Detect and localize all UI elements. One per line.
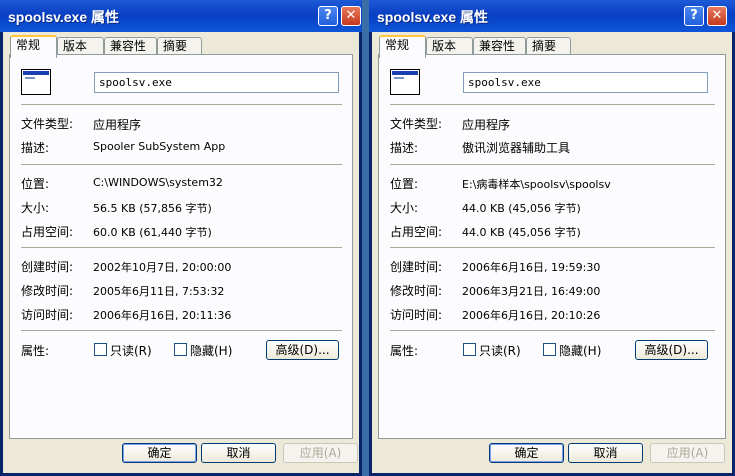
accessed-label: 访问时间: (390, 308, 443, 322)
divider (21, 330, 342, 331)
created-value: 2006年6月16日, 19:59:30 (462, 261, 601, 274)
cancel-button[interactable]: 取消 (201, 443, 276, 463)
close-icon: ✕ (711, 8, 723, 23)
close-icon: ✕ (345, 8, 357, 23)
tab-compatibility[interactable]: 兼容性 (104, 37, 157, 55)
window-title: spoolsv.exe 属性 (8, 9, 120, 25)
created-label: 创建时间: (21, 260, 74, 274)
location-label: 位置: (390, 177, 419, 191)
advanced-button[interactable]: 高级(D)... (635, 340, 708, 360)
accessed-value: 2006年6月16日, 20:10:26 (462, 309, 601, 322)
properties-dialog-left: spoolsv.exe 属性 ? ✕ 常规 版本 兼容性 摘要 spoolsv.… (0, 0, 362, 476)
divider (21, 164, 342, 165)
apply-button[interactable]: 应用(A) (650, 443, 725, 463)
created-value: 2002年10月7日, 20:00:00 (93, 261, 232, 274)
general-panel: spoolsv.exe 文件类型: 应用程序 描述: Spooler SubSy… (9, 54, 353, 439)
hidden-checkbox[interactable] (543, 343, 556, 356)
properties-dialog-right: spoolsv.exe 属性 ? ✕ 常规 版本 兼容性 摘要 spoolsv.… (369, 0, 735, 476)
divider (390, 164, 715, 165)
close-button[interactable]: ✕ (341, 6, 361, 26)
help-icon: ? (324, 8, 332, 23)
divider (21, 104, 342, 105)
divider (390, 330, 715, 331)
size-label: 大小: (390, 201, 419, 215)
disk-size-value: 60.0 KB (61,440 字节) (93, 226, 212, 239)
attributes-label: 属性: (390, 344, 419, 358)
attributes-label: 属性: (21, 344, 50, 358)
file-type-label: 文件类型: (390, 117, 443, 131)
location-label: 位置: (21, 177, 50, 191)
help-icon: ? (690, 8, 698, 23)
help-button[interactable]: ? (318, 6, 338, 26)
file-type-value: 应用程序 (462, 118, 511, 132)
title-bar[interactable]: spoolsv.exe 属性 ? ✕ (369, 0, 735, 32)
modified-label: 修改时间: (390, 284, 443, 298)
tab-general[interactable]: 常规 (10, 35, 57, 58)
divider (390, 247, 715, 248)
accessed-label: 访问时间: (21, 308, 74, 322)
accessed-value: 2006年6月16日, 20:11:36 (93, 309, 232, 322)
tab-general[interactable]: 常规 (379, 35, 426, 58)
application-icon (21, 69, 51, 95)
location-value: E:\病毒样本\spoolsv\spoolsv (462, 178, 611, 191)
modified-value: 2005年6月11日, 7:53:32 (93, 285, 225, 298)
divider (21, 247, 342, 248)
file-name-field[interactable]: spoolsv.exe (94, 72, 339, 93)
hidden-label[interactable]: 隐藏(H) (190, 342, 232, 359)
modified-value: 2006年3月21日, 16:49:00 (462, 285, 601, 298)
file-type-value: 应用程序 (93, 118, 142, 132)
readonly-checkbox[interactable] (463, 343, 476, 356)
description-value: Spooler SubSystem App (93, 140, 226, 153)
disk-size-label: 占用空间: (21, 225, 74, 239)
file-name-field[interactable]: spoolsv.exe (463, 72, 708, 93)
readonly-checkbox[interactable] (94, 343, 107, 356)
ok-button[interactable]: 确定 (489, 443, 564, 463)
cancel-button[interactable]: 取消 (568, 443, 643, 463)
title-bar[interactable]: spoolsv.exe 属性 ? ✕ (0, 0, 362, 32)
size-label: 大小: (21, 201, 50, 215)
created-label: 创建时间: (390, 260, 443, 274)
tab-version[interactable]: 版本 (57, 37, 104, 55)
close-button[interactable]: ✕ (707, 6, 727, 26)
description-value: 傲讯浏览器辅助工具 (462, 141, 571, 155)
tab-version[interactable]: 版本 (426, 37, 473, 55)
hidden-checkbox[interactable] (174, 343, 187, 356)
disk-size-label: 占用空间: (390, 225, 443, 239)
readonly-label[interactable]: 只读(R) (110, 342, 152, 359)
description-label: 描述: (21, 141, 50, 155)
disk-size-value: 44.0 KB (45,056 字节) (462, 226, 581, 239)
help-button[interactable]: ? (684, 6, 704, 26)
modified-label: 修改时间: (21, 284, 74, 298)
location-value: C:\WINDOWS\system32 (93, 176, 223, 189)
divider (390, 104, 715, 105)
tab-summary[interactable]: 摘要 (157, 37, 202, 55)
size-value: 44.0 KB (45,056 字节) (462, 202, 581, 215)
file-type-label: 文件类型: (21, 117, 74, 131)
size-value: 56.5 KB (57,856 字节) (93, 202, 212, 215)
readonly-label[interactable]: 只读(R) (479, 342, 521, 359)
ok-button[interactable]: 确定 (122, 443, 197, 463)
application-icon (390, 69, 420, 95)
advanced-button[interactable]: 高级(D)... (266, 340, 339, 360)
description-label: 描述: (390, 141, 419, 155)
tab-summary[interactable]: 摘要 (526, 37, 571, 55)
general-panel: spoolsv.exe 文件类型: 应用程序 描述: 傲讯浏览器辅助工具 位置:… (378, 54, 726, 439)
window-title: spoolsv.exe 属性 (377, 9, 489, 25)
dialog-body: 常规 版本 兼容性 摘要 spoolsv.exe 文件类型: 应用程序 描述: … (372, 32, 732, 473)
dialog-body: 常规 版本 兼容性 摘要 spoolsv.exe 文件类型: 应用程序 描述: … (3, 32, 359, 473)
tab-compatibility[interactable]: 兼容性 (473, 37, 526, 55)
apply-button[interactable]: 应用(A) (283, 443, 358, 463)
hidden-label[interactable]: 隐藏(H) (559, 342, 601, 359)
